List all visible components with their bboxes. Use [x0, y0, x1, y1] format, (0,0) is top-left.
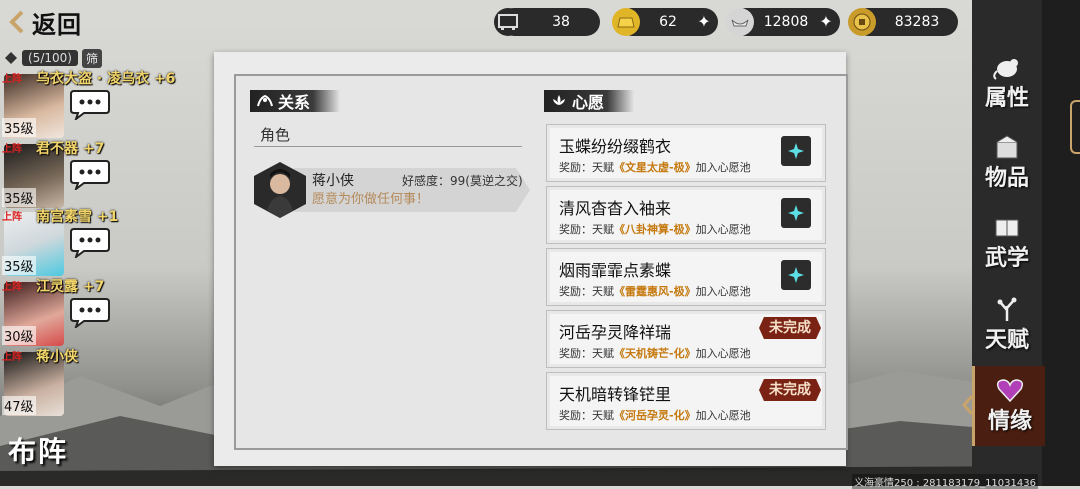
- gold-bar-icon: [612, 8, 640, 36]
- tab-attributes[interactable]: 属性: [972, 44, 1042, 122]
- wish-item: 烟雨霏霏点素蝶 奖励：天赋《雷霆惠风-极》加入心愿池: [546, 248, 826, 306]
- back-label: 返回: [32, 10, 82, 39]
- coin-icon: [848, 8, 876, 36]
- chat-bubble-icon[interactable]: [70, 158, 110, 190]
- sparkle-icon: [788, 267, 804, 283]
- resource-gold: 62 ✦: [612, 8, 718, 36]
- roster-member[interactable]: 上阵 南宫素雪 +1 35级: [0, 208, 200, 276]
- tab-affinity[interactable]: 情缘: [972, 366, 1045, 446]
- tab-items[interactable]: 物品: [972, 124, 1042, 202]
- box-icon: [996, 135, 1018, 159]
- on-team-tag: 上阵: [2, 144, 22, 155]
- roster-count: (5/100): [22, 50, 78, 66]
- resource-value: 83283: [894, 14, 940, 30]
- member-name: 江灵露 +7: [36, 279, 105, 295]
- member-name: 乌衣大盗 · 凌乌衣 +6: [36, 71, 176, 87]
- wish-reward: 奖励：天赋《河岳孕灵-化》加入心愿池: [559, 409, 751, 422]
- npc-relation-card[interactable]: 蒋小侠 好感度：99(莫逆之交) 愿意为你做任何事！: [254, 162, 534, 220]
- claim-wish-button[interactable]: [781, 260, 811, 290]
- filter-button[interactable]: 筛: [81, 48, 102, 68]
- chevron-left-icon: [9, 10, 24, 34]
- member-level: 35级: [2, 188, 36, 207]
- roster-member[interactable]: 上阵 乌衣大盗 · 凌乌衣 +6 35级: [0, 70, 200, 138]
- silver-ingot-icon: [726, 8, 754, 36]
- back-button[interactable]: 返回: [8, 6, 82, 39]
- sparkle-icon: [788, 205, 804, 221]
- wish-item: 天机暗转锋铓里 奖励：天赋《河岳孕灵-化》加入心愿池 未完成: [546, 372, 826, 430]
- roster-member[interactable]: 上阵 君不器 +7 35级: [0, 140, 200, 208]
- undone-badge: 未完成: [759, 379, 821, 401]
- roster-header: (5/100) 筛: [4, 48, 102, 68]
- chat-bubble-icon[interactable]: [70, 226, 110, 258]
- wish-item: 玉蝶纷纷缀鹤衣 奖励：天赋《文星太虚-极》加入心愿池: [546, 124, 826, 182]
- frame-icon: [494, 8, 522, 36]
- add-gold-button[interactable]: ✦: [696, 14, 712, 30]
- add-silver-button[interactable]: ✦: [818, 14, 834, 30]
- claim-wish-button[interactable]: [781, 198, 811, 228]
- wish-item: 清风杳杳入袖来 奖励：天赋《八卦神算-极》加入心愿池: [546, 186, 826, 244]
- chat-bubble-icon[interactable]: [70, 296, 110, 328]
- wish-reward: 奖励：天赋《文星太虚-极》加入心愿池: [559, 161, 751, 174]
- npc-favor: 好感度：99(莫逆之交): [402, 174, 523, 188]
- wish-title: 天机暗转锋铓里: [559, 385, 672, 404]
- branch-icon: [997, 297, 1017, 321]
- wish-title: 清风杳杳入袖来: [559, 199, 672, 218]
- member-name: 君不器 +7: [36, 141, 105, 157]
- npc-line: 愿意为你做任何事！: [312, 192, 430, 207]
- wish-title: 烟雨霏霏点素蝶: [559, 261, 672, 280]
- claim-wish-button[interactable]: [781, 136, 811, 166]
- wishes-title: 心愿: [544, 90, 635, 112]
- on-team-tag: 上阵: [2, 352, 22, 363]
- divider: [254, 146, 522, 147]
- resource-frame: 38: [494, 8, 600, 36]
- roster-member[interactable]: 上阵 蒋小侠 47级: [0, 348, 200, 416]
- npc-name: 蒋小侠: [312, 173, 354, 189]
- on-team-tag: 上阵: [2, 74, 22, 85]
- system-info: 义海豪情250 : 281183179_11031436: [852, 474, 1038, 489]
- chevron-left-icon: [962, 395, 974, 415]
- book-icon: [995, 219, 1019, 237]
- member-name: 蒋小侠: [36, 349, 78, 365]
- wish-item: 河岳孕灵降祥瑞 奖励：天赋《天机铸芒-化》加入心愿池 未完成: [546, 310, 826, 368]
- resource-value: 62: [659, 14, 677, 30]
- member-level: 35级: [2, 256, 36, 275]
- resource-silver: 12808 ✦: [726, 8, 840, 36]
- on-team-tag: 上阵: [2, 282, 22, 293]
- wish-title: 河岳孕灵降祥瑞: [559, 323, 672, 342]
- undone-badge: 未完成: [759, 317, 821, 339]
- relations-title: 关系: [250, 90, 341, 112]
- tab-talents[interactable]: 天赋: [972, 286, 1042, 364]
- on-team-tag: 上阵: [2, 212, 22, 223]
- heart-icon: [996, 379, 1024, 403]
- resource-value: 12808: [763, 14, 809, 30]
- resource-coin: 83283: [848, 8, 958, 36]
- rat-icon: [993, 59, 1018, 80]
- hands-icon: [257, 94, 273, 107]
- wish-reward: 奖励：天赋《天机铸芒-化》加入心愿池: [559, 347, 751, 360]
- member-level: 47级: [2, 396, 36, 415]
- role-label: 角色: [260, 126, 291, 144]
- chat-bubble-icon[interactable]: [70, 88, 110, 120]
- lotus-icon: [553, 95, 565, 105]
- wish-reward: 奖励：天赋《雷霆惠风-极》加入心愿池: [559, 285, 751, 298]
- tab-martial-arts[interactable]: 武学: [972, 204, 1042, 282]
- resource-value: 38: [552, 14, 570, 30]
- wish-reward: 奖励：天赋《八卦神算-极》加入心愿池: [559, 223, 751, 236]
- member-name: 南宫素雪 +1: [36, 209, 119, 225]
- roster-member[interactable]: 上阵 江灵露 +7 30级: [0, 278, 200, 346]
- team-icon: [5, 52, 17, 64]
- member-level: 35级: [2, 118, 36, 137]
- member-level: 30级: [2, 326, 36, 345]
- sparkle-icon: [788, 143, 804, 159]
- drawer-handle[interactable]: [1070, 100, 1080, 154]
- formation-button[interactable]: 布阵: [8, 430, 68, 470]
- screen-edge: [1042, 0, 1080, 486]
- wish-title: 玉蝶纷纷缀鹤衣: [559, 137, 672, 156]
